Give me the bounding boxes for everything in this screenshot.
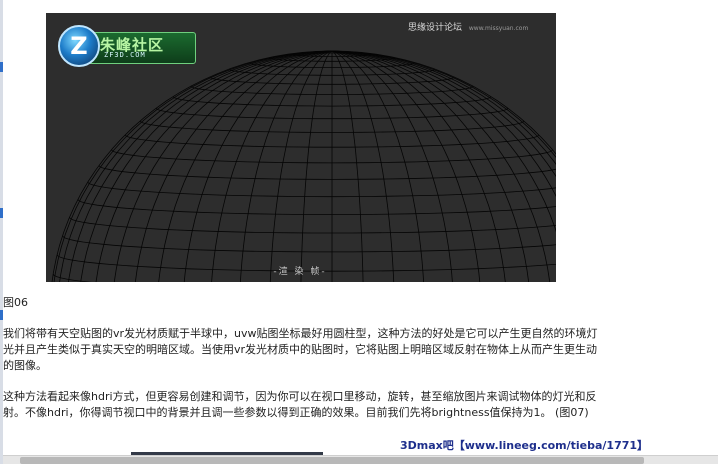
longitude-line — [211, 50, 333, 282]
longitude-line — [331, 50, 453, 282]
image-caption: -渲 染 帧- — [273, 267, 327, 277]
watermark-site: www.missyuan.com — [468, 25, 529, 32]
logo-badge-icon: Z — [58, 25, 100, 67]
scrollbar-thumb[interactable] — [20, 457, 644, 464]
paragraph-2: 这种方法看起来像hdri方式，但更容易创建和调节，因为你可以在视口里移动，旋转，… — [3, 390, 597, 419]
left-edge-marker — [0, 310, 3, 320]
paragraph-1: 我们将带有天空贴图的vr发光材质赋于半球中，uvw贴图坐标最好用圆柱型，这种方法… — [3, 327, 598, 372]
horizontal-scrollbar[interactable] — [3, 455, 718, 464]
longitude-line — [158, 50, 333, 282]
longitude-line — [331, 50, 364, 282]
latitude-line — [77, 199, 556, 216]
left-edge-marker — [0, 208, 3, 218]
source-watermark: 3Dmax吧【www.lineeg.com/tieba/1771】 — [400, 439, 649, 452]
image-watermark: 思缘设计论坛 www.missyuan.com — [408, 20, 552, 33]
hemisphere-render-image: Z 朱峰社区 ZF3D.COM 思缘设计论坛 www.missyuan.com … — [46, 13, 556, 282]
site-logo: Z 朱峰社区 ZF3D.COM — [58, 25, 196, 69]
latitude-line — [98, 165, 556, 180]
longitude-line — [331, 50, 506, 282]
logo-domain: ZF3D.COM — [104, 51, 146, 59]
latitude-line — [69, 217, 556, 234]
watermark-text: 思缘设计论坛 — [408, 23, 463, 33]
longitude-line — [300, 50, 333, 282]
latitude-line — [62, 235, 556, 253]
figure-label: 图06 — [3, 296, 28, 309]
longitude-line — [269, 50, 333, 282]
left-edge-marker — [0, 62, 3, 72]
longitude-line — [331, 50, 395, 282]
